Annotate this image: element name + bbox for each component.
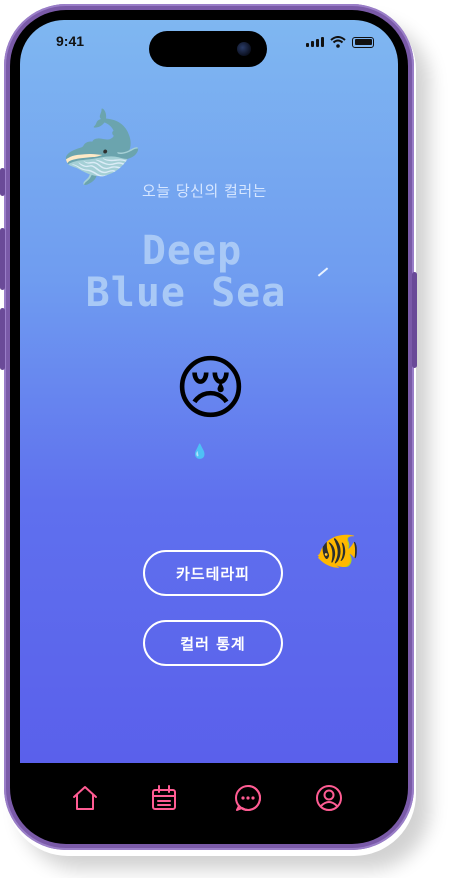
side-button-power (412, 272, 417, 368)
tropical-fish-emoji: 🐠 (315, 531, 360, 572)
wifi-icon (330, 36, 346, 48)
teardrop-emoji: 💧 (191, 444, 209, 460)
bottom-tab-bar (20, 763, 398, 833)
status-indicators (306, 36, 374, 48)
profile-icon-glyph (316, 785, 342, 811)
side-button-volume-up (0, 228, 5, 290)
home-icon[interactable] (70, 783, 100, 813)
status-time: 9:41 (56, 33, 85, 49)
whale-emoji: 🐋 (44, 95, 151, 199)
calendar-icon-glyph (152, 785, 176, 810)
signal-icon (306, 37, 324, 47)
color-subtitle: 오늘 당신의 컬러는 (142, 182, 267, 200)
battery-icon (352, 36, 374, 48)
side-button-volume-down (0, 308, 5, 370)
profile-icon[interactable] (314, 783, 344, 813)
card-therapy-button[interactable]: 카드테라피 (143, 550, 283, 596)
chat-icon[interactable] (233, 783, 263, 813)
calendar-icon[interactable] (149, 783, 179, 813)
crying-face-emoji: 😢 (174, 347, 247, 429)
home-icon-glyph (73, 786, 97, 810)
camera-icon (237, 42, 251, 56)
side-button-mute (0, 168, 5, 196)
color-title-line1: Deep (141, 228, 243, 274)
chat-icon-glyph (235, 785, 261, 811)
dynamic-island (149, 31, 267, 67)
color-title-line2: Blue Sea (85, 270, 287, 316)
color-stats-button[interactable]: 컬러 통계 (143, 620, 283, 666)
app-screen: 9:41 🐋 오늘 당신의 컬러는 Deep Blue Sea 😢 💧 🐠 카드… (20, 20, 398, 763)
